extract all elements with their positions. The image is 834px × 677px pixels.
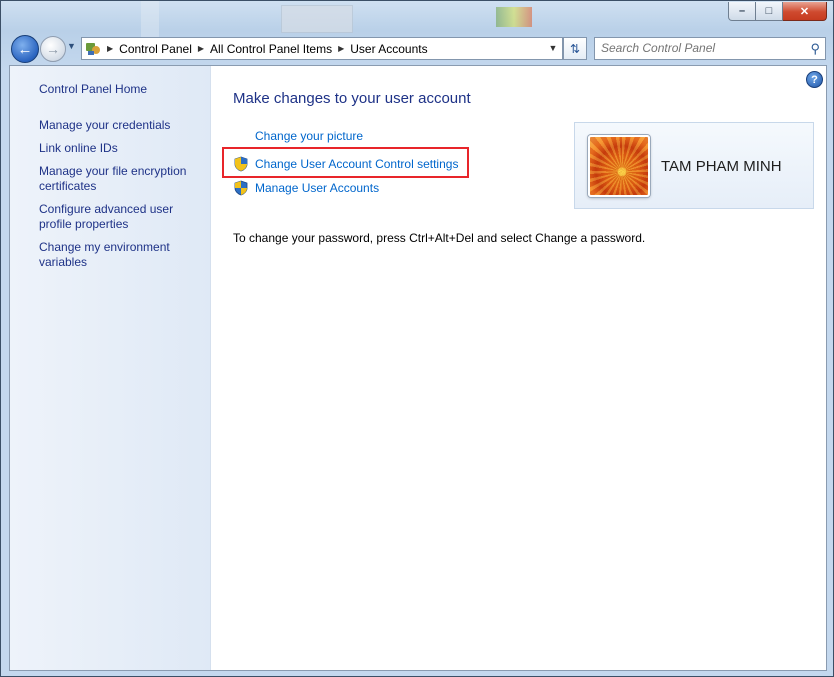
sidebar-item-environment-variables[interactable]: Change my environment variables xyxy=(39,240,204,270)
search-input[interactable] xyxy=(595,38,807,57)
refresh-button[interactable]: ⇅ xyxy=(563,37,587,60)
task-label[interactable]: Change User Account Control settings xyxy=(255,157,458,171)
search-icon[interactable]: ⚲ xyxy=(810,41,820,57)
main-panel: ? Make changes to your user account Chan… xyxy=(210,66,826,670)
user-account-tile: TAM PHAM MINH xyxy=(574,122,814,209)
password-instructions: To change your password, press Ctrl+Alt+… xyxy=(233,231,646,245)
control-panel-window: – □ ✕ ← → ▼ ▶ Control Panel ▶ All Contro… xyxy=(0,0,834,677)
task-label[interactable]: Manage User Accounts xyxy=(255,181,379,195)
back-arrow-icon: ← xyxy=(17,40,33,58)
uac-shield-icon xyxy=(233,156,249,172)
address-bar[interactable]: ▶ Control Panel ▶ All Control Panel Item… xyxy=(81,37,563,60)
breadcrumb-control-panel[interactable]: Control Panel xyxy=(119,42,192,56)
sidebar-item-advanced-profile[interactable]: Configure advanced user profile properti… xyxy=(39,202,204,232)
background-ghost xyxy=(496,7,532,27)
uac-shield-icon xyxy=(233,180,249,196)
close-button[interactable]: ✕ xyxy=(783,2,827,21)
forward-arrow-icon: → xyxy=(46,41,60,57)
refresh-icon: ⇅ xyxy=(569,41,581,56)
breadcrumb-separator-icon[interactable]: ▶ xyxy=(107,44,113,53)
help-icon[interactable]: ? xyxy=(806,71,823,88)
task-label[interactable]: Change your picture xyxy=(255,129,363,143)
breadcrumb-all-items[interactable]: All Control Panel Items xyxy=(210,42,332,56)
sidebar-item-link-online-ids[interactable]: Link online IDs xyxy=(39,141,204,156)
address-dropdown-icon[interactable]: ▼ xyxy=(546,40,560,55)
breadcrumb-separator-icon[interactable]: ▶ xyxy=(198,44,204,53)
user-name: TAM PHAM MINH xyxy=(661,158,782,175)
control-panel-icon xyxy=(85,41,101,57)
breadcrumb-user-accounts[interactable]: User Accounts xyxy=(350,42,427,56)
background-ghost xyxy=(281,5,353,33)
task-manage-user-accounts[interactable]: Manage User Accounts xyxy=(233,180,379,196)
caption-buttons: – □ ✕ xyxy=(728,2,827,21)
back-button[interactable]: ← xyxy=(11,35,39,63)
recent-pages-button[interactable]: ▼ xyxy=(67,41,76,51)
forward-button[interactable]: → xyxy=(40,36,66,62)
user-picture-flower[interactable] xyxy=(588,135,650,197)
maximize-button[interactable]: □ xyxy=(756,2,783,21)
content-pane: Control Panel Home Manage your credentia… xyxy=(9,65,827,671)
sidebar-item-file-encryption[interactable]: Manage your file encryption certificates xyxy=(39,164,204,194)
chevron-down-icon: ▼ xyxy=(67,41,76,51)
sidebar-item-control-panel-home[interactable]: Control Panel Home xyxy=(39,82,204,97)
sidebar: Control Panel Home Manage your credentia… xyxy=(10,66,211,670)
search-box[interactable]: ⚲ xyxy=(594,37,826,60)
task-change-uac-settings[interactable]: Change User Account Control settings xyxy=(233,156,458,172)
page-title: Make changes to your user account xyxy=(233,90,471,107)
sidebar-item-manage-credentials[interactable]: Manage your credentials xyxy=(39,118,204,133)
minimize-button[interactable]: – xyxy=(728,2,756,21)
breadcrumb-separator-icon[interactable]: ▶ xyxy=(338,44,344,53)
task-change-picture[interactable]: Change your picture xyxy=(255,129,363,143)
background-ghost xyxy=(141,1,159,41)
